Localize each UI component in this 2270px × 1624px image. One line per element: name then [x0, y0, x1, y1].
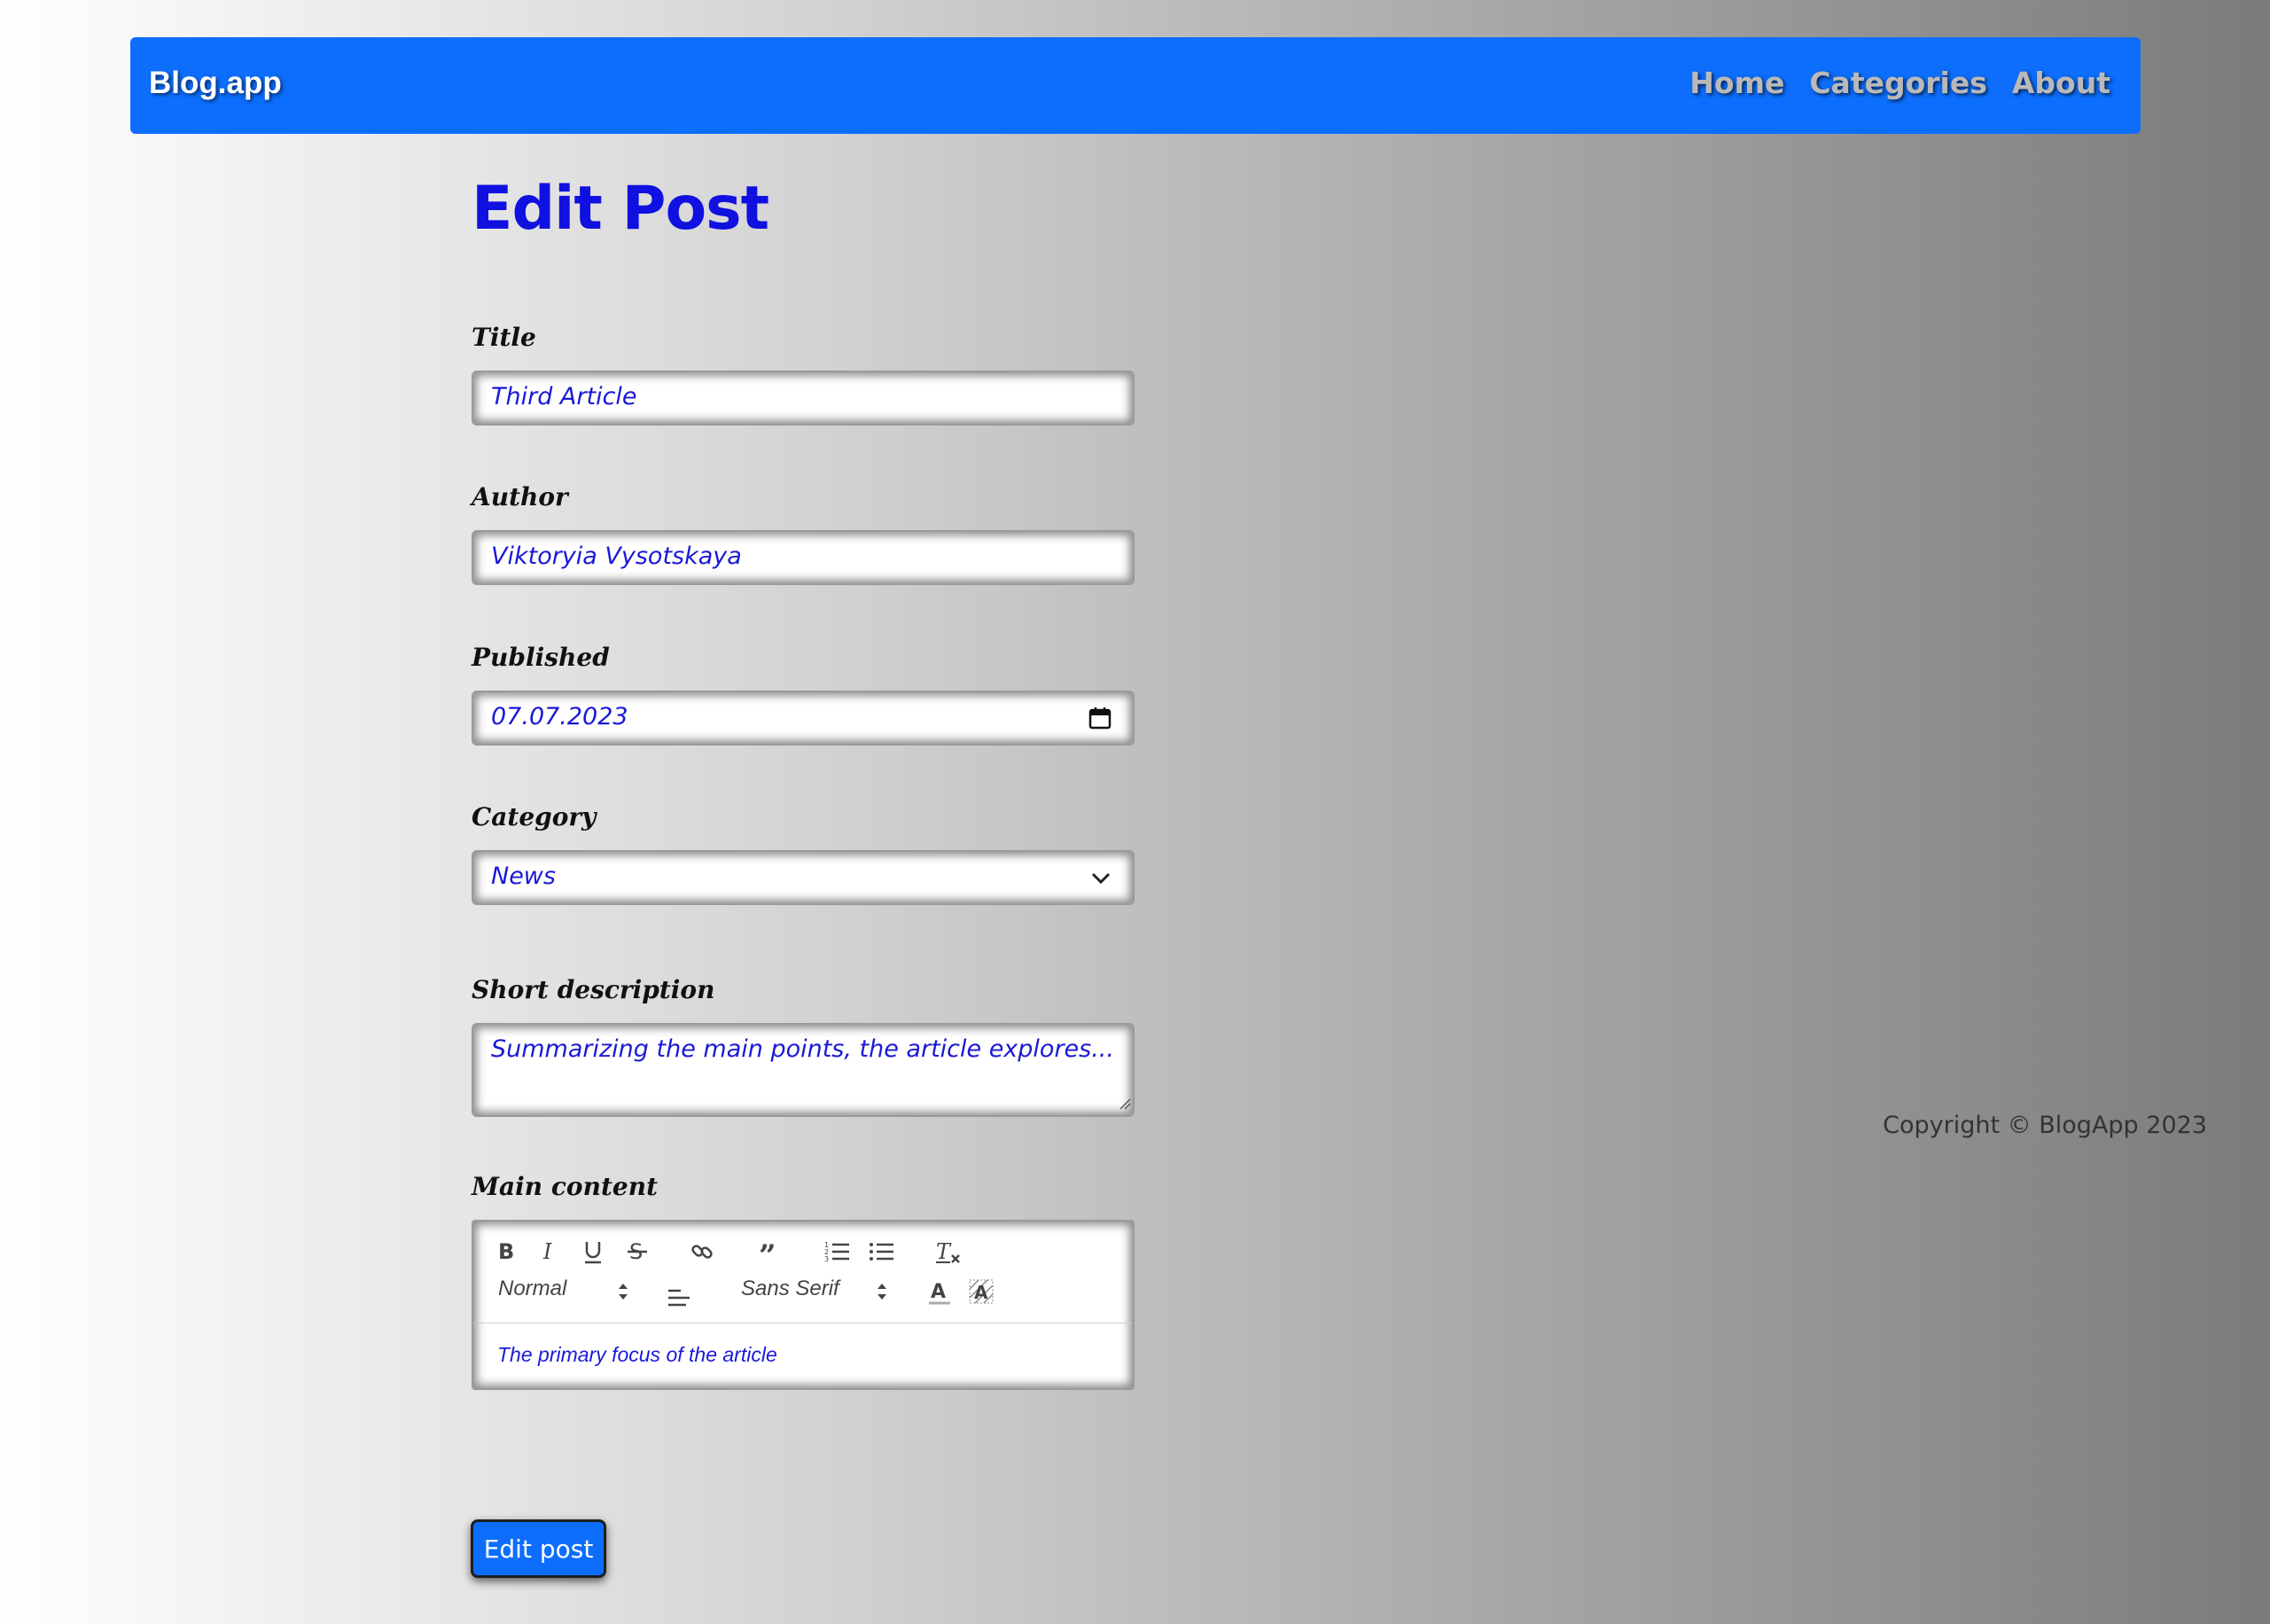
editor-toolbar: B I S ” 123 T Normal Sans Serif A A: [473, 1222, 1133, 1323]
title-value: Third Article: [491, 383, 637, 410]
svg-text:B: B: [498, 1239, 514, 1262]
page-title: Edit Post: [472, 174, 769, 244]
text-color-icon[interactable]: A: [927, 1278, 952, 1308]
nav-link-home[interactable]: Home: [1689, 66, 1784, 100]
italic-icon[interactable]: I: [541, 1239, 560, 1266]
svg-text:3: 3: [824, 1255, 829, 1263]
nav-links: Home Categories About: [1689, 66, 2110, 100]
svg-text:I: I: [542, 1239, 552, 1262]
category-value: News: [491, 863, 556, 890]
author-label: Author: [472, 482, 568, 511]
header-select[interactable]: Normal: [498, 1277, 566, 1301]
blockquote-icon[interactable]: ”: [757, 1238, 782, 1274]
background-color-icon[interactable]: A: [968, 1278, 995, 1308]
strikethrough-icon[interactable]: S: [626, 1239, 649, 1268]
short-description-textarea[interactable]: Summarizing the main points, the article…: [472, 1023, 1135, 1117]
header-select-arrows-icon[interactable]: [617, 1282, 629, 1305]
title-label: Title: [472, 323, 536, 352]
font-select-arrows-icon[interactable]: [876, 1282, 888, 1305]
svg-text:”: ”: [759, 1239, 776, 1264]
underline-icon[interactable]: [581, 1239, 605, 1268]
published-label: Published: [472, 643, 610, 672]
author-input[interactable]: Viktoryia Vysotskaya: [472, 530, 1135, 585]
brand-logo[interactable]: Blog.app: [149, 66, 282, 101]
svg-text:A: A: [974, 1282, 988, 1303]
svg-text:T: T: [936, 1239, 952, 1264]
bold-icon[interactable]: B: [496, 1239, 516, 1266]
title-input[interactable]: Third Article: [472, 371, 1135, 426]
copyright-text: Copyright © BlogApp 2023: [1883, 1112, 2207, 1139]
category-select[interactable]: News: [472, 850, 1135, 905]
align-left-icon[interactable]: [667, 1284, 691, 1310]
bullet-list-icon[interactable]: [869, 1239, 895, 1268]
published-date-input[interactable]: 07.07.2023: [472, 691, 1135, 746]
chevron-down-icon: [1090, 870, 1112, 891]
svg-text:A: A: [931, 1281, 946, 1303]
clear-formatting-icon[interactable]: T: [934, 1239, 963, 1269]
category-label: Category: [472, 802, 597, 832]
ordered-list-icon[interactable]: 123: [824, 1239, 851, 1268]
edit-post-button[interactable]: Edit post: [471, 1519, 606, 1578]
calendar-icon[interactable]: [1088, 707, 1112, 733]
navbar: Blog.app Home Categories About: [130, 37, 2141, 134]
font-select[interactable]: Sans Serif: [741, 1277, 839, 1301]
nav-link-about[interactable]: About: [2012, 66, 2110, 100]
nav-link-categories[interactable]: Categories: [1809, 66, 1987, 100]
editor-content[interactable]: The primary focus of the article: [497, 1343, 777, 1367]
short-description-value: Summarizing the main points, the article…: [491, 1035, 1114, 1063]
published-value: 07.07.2023: [491, 703, 628, 730]
resize-handle-icon[interactable]: [1117, 1096, 1131, 1113]
main-content-label: Main content: [472, 1172, 658, 1201]
rich-text-editor[interactable]: B I S ” 123 T Normal Sans Serif A A The …: [472, 1220, 1135, 1390]
link-icon[interactable]: [690, 1239, 714, 1268]
short-description-label: Short description: [472, 975, 715, 1004]
author-value: Viktoryia Vysotskaya: [491, 543, 742, 570]
